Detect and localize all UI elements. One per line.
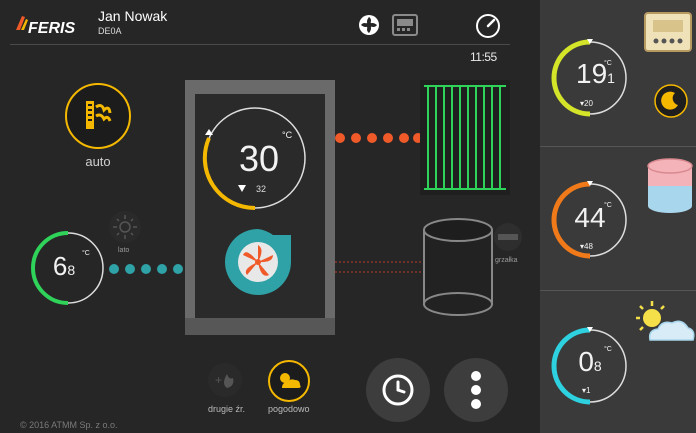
heating-flow-indicator — [334, 131, 424, 150]
speedometer-icon[interactable] — [474, 12, 502, 45]
outdoor-temp-value: 68 — [52, 251, 76, 281]
room-thermostat-icon[interactable] — [644, 12, 692, 57]
tank-pipe-lines — [335, 260, 425, 279]
right-panel-divider — [540, 290, 696, 291]
auto-mode-button[interactable] — [65, 83, 131, 154]
main-area: FERIS Jan Nowak DE0A 11:55 auto 30 °C 32… — [0, 0, 540, 433]
app-window: FERIS Jan Nowak DE0A 11:55 auto 30 °C 32… — [0, 0, 696, 433]
svg-text:+: + — [215, 373, 222, 387]
outside-temp-setpoint: ▾1 — [582, 386, 591, 395]
boiler-temp-unit: °C — [282, 130, 293, 140]
weather-mode-label: pogodowo — [268, 404, 310, 414]
outside-temp-unit: °C — [604, 346, 612, 353]
controller-icon[interactable] — [392, 14, 418, 41]
brand-text: FERIS — [28, 20, 75, 37]
header-divider — [10, 44, 510, 45]
fan-status-icon[interactable] — [358, 14, 380, 41]
water-temp-setpoint: ▾48 — [580, 242, 593, 251]
second-source-button[interactable]: + — [207, 362, 243, 403]
night-mode-icon[interactable] — [654, 84, 688, 123]
summer-sun-icon[interactable] — [108, 210, 142, 249]
weather-mode-button[interactable] — [268, 360, 310, 407]
user-name: Jan Nowak — [98, 8, 168, 24]
auto-mode-label: auto — [85, 154, 111, 169]
outdoor-temp-unit: °C — [82, 250, 90, 257]
radiator-icon[interactable] — [420, 80, 510, 200]
schedule-button[interactable] — [366, 358, 430, 422]
feris-logo: FERIS — [12, 8, 112, 38]
second-source-label: drugie źr. — [208, 404, 246, 414]
water-tank-icon[interactable] — [422, 218, 494, 323]
burner-fan-icon[interactable] — [221, 225, 295, 304]
water-temp-unit: °C — [604, 202, 612, 209]
outside-temp-value: 08 — [578, 346, 602, 377]
more-menu-button[interactable] — [444, 358, 508, 422]
heater-label: grzałka — [495, 257, 518, 264]
room-temp-value: 191 — [576, 58, 615, 89]
user-code: DE0A — [98, 26, 122, 36]
weather-partly-cloudy-icon[interactable] — [630, 298, 696, 349]
hot-water-tank-icon[interactable] — [645, 158, 695, 221]
copyright-text: © 2016 ATMM Sp. z o.o. — [20, 420, 118, 430]
room-temp-setpoint: ▾20 — [580, 99, 593, 108]
clock-icon — [382, 374, 414, 406]
clock-time: 11:55 — [470, 50, 497, 64]
more-vertical-icon — [471, 371, 481, 409]
boiler-temp-value: 30 — [238, 138, 280, 179]
room-temp-unit: °C — [604, 60, 612, 67]
right-panel-divider — [540, 146, 696, 147]
heater-element-icon[interactable] — [492, 222, 524, 257]
fuel-flow-indicator — [108, 262, 188, 281]
summer-label: lato — [118, 247, 130, 254]
boiler-temp-setpoint: 32 — [256, 184, 267, 194]
